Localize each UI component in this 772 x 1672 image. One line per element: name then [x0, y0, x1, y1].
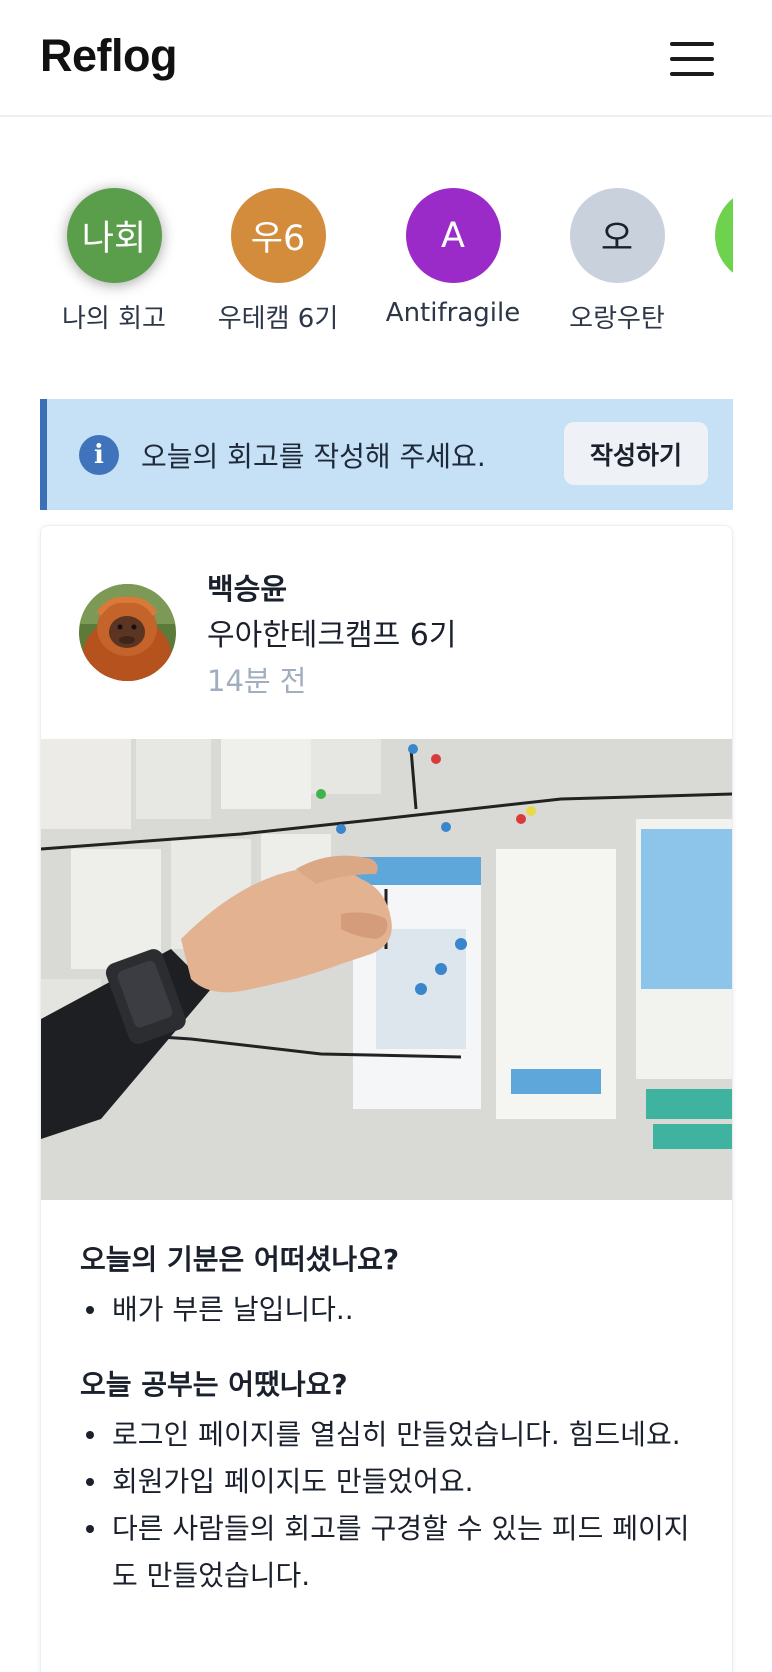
- group-item[interactable]: [682, 188, 733, 298]
- group-label: 오랑우탄: [569, 304, 665, 334]
- post-image: [41, 739, 732, 1200]
- group-label: Antifragile: [385, 298, 521, 328]
- group-item[interactable]: 나회 나의 회고: [40, 188, 194, 335]
- group-item[interactable]: 우6 우테캠 6기: [198, 188, 358, 335]
- info-icon: i: [79, 435, 119, 475]
- author-group: 우아한테크캠프 6기: [207, 618, 457, 653]
- group-avatar: 오: [569, 188, 665, 283]
- group-label: 우테캠 6기: [217, 304, 339, 334]
- hamburger-menu-icon[interactable]: [668, 40, 716, 78]
- group-selector: 나회 나의 회고 우6 우테캠 6기 A Antifragile 오 오랑우탄: [40, 170, 733, 350]
- answer-list: 배가 부른 날입니다..: [80, 1286, 700, 1333]
- author-name[interactable]: 백승윤: [207, 566, 287, 608]
- write-button[interactable]: 작성하기: [564, 422, 708, 485]
- group-avatar: 우6: [230, 188, 326, 283]
- alert-message: 오늘의 회고를 작성해 주세요.: [141, 440, 486, 473]
- group-avatar: A: [405, 188, 501, 283]
- group-avatar: 나회: [66, 188, 162, 283]
- list-item: 다른 사람들의 회고를 구경할 수 있는 피드 페이지도 만들었습니다.: [80, 1505, 700, 1599]
- author-avatar[interactable]: [79, 584, 176, 681]
- list-item: 회원가입 페이지도 만들었어요.: [80, 1458, 700, 1505]
- brand-logo[interactable]: Reflog: [40, 30, 178, 82]
- group-item[interactable]: A Antifragile: [373, 188, 533, 328]
- group-avatar: [714, 188, 733, 283]
- answer-list: 로그인 페이지를 열심히 만들었습니다. 힘드네요. 회원가입 페이지도 만들었…: [80, 1411, 700, 1599]
- list-item: 배가 부른 날입니다..: [80, 1286, 700, 1333]
- group-item[interactable]: 오 오랑우탄: [537, 188, 697, 335]
- post-timestamp: 14분 전: [207, 664, 307, 698]
- list-item: 로그인 페이지를 열심히 만들었습니다. 힘드네요.: [80, 1411, 700, 1458]
- post-card: 백승윤 우아한테크캠프 6기 14분 전 오늘의 기분은 어떠셨나요? 배가 부…: [40, 525, 733, 1672]
- app-header: Reflog: [0, 0, 772, 117]
- question-heading: 오늘 공부는 어땠나요?: [80, 1368, 348, 1401]
- post-body: 오늘의 기분은 어떠셨나요? 배가 부른 날입니다.. 오늘 공부는 어땠나요?…: [80, 1238, 700, 1629]
- group-label: 나의 회고: [62, 304, 166, 334]
- reminder-alert: i 오늘의 회고를 작성해 주세요. 작성하기: [40, 399, 733, 510]
- question-heading: 오늘의 기분은 어떠셨나요?: [80, 1243, 400, 1276]
